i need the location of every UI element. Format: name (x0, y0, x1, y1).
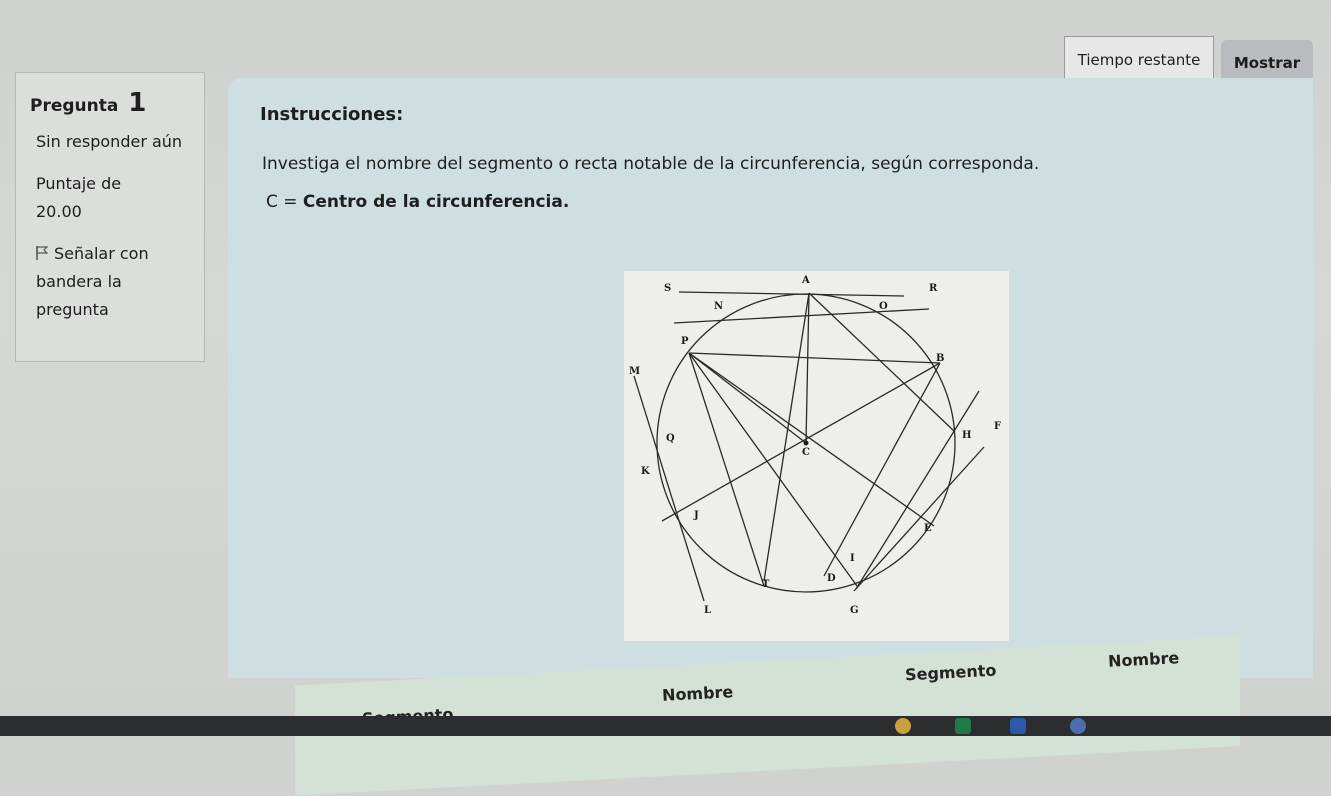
label-P: P (681, 336, 689, 347)
flag-question-link[interactable]: Señalar con bandera la pregunta (36, 240, 190, 324)
label-I: I (850, 553, 855, 564)
label-B: B (936, 353, 944, 364)
excel-icon[interactable] (955, 718, 971, 734)
label-N: N (714, 301, 723, 312)
label-R: R (929, 283, 938, 294)
label-S: S (664, 283, 671, 294)
time-remaining-text: Tiempo restante (1077, 51, 1201, 69)
label-E: E (924, 523, 932, 534)
center-prefix: C = (266, 192, 303, 212)
question-info-panel: Pregunta 1 Sin responder aún Puntaje de … (15, 72, 205, 362)
word-icon[interactable] (1010, 718, 1026, 734)
center-point (803, 440, 809, 446)
label-M: M (629, 366, 640, 377)
label-D: D (827, 573, 836, 584)
flag-icon (36, 246, 48, 260)
instructions-heading: Instrucciones: (260, 104, 404, 125)
column-header-nombre-1: Nombre (661, 682, 734, 705)
app-icon[interactable] (1070, 718, 1086, 734)
label-G: G (850, 605, 859, 616)
label-J: J (693, 510, 699, 521)
label-K: K (641, 466, 650, 477)
chrome-icon[interactable] (895, 718, 911, 734)
label-Q: Q (666, 433, 675, 444)
label-F: F (994, 421, 1001, 432)
taskbar (0, 716, 1331, 736)
score-value: 20.00 (36, 202, 82, 221)
center-definition: C = Centro de la circunferencia. (266, 192, 569, 212)
score-label: Puntaje de (36, 174, 122, 193)
question-number: 1 (128, 88, 147, 118)
question-score: Puntaje de 20.00 (36, 170, 190, 226)
label-O: O (879, 301, 888, 312)
column-header-nombre-2: Nombre (1107, 648, 1180, 671)
label-H: H (962, 430, 971, 441)
label-L: L (704, 605, 711, 616)
circle-figure: S A R N O P B M Q C H F K J E I T D L G (624, 271, 1009, 641)
instructions-text: Investiga el nombre del segmento o recta… (262, 154, 1040, 174)
label-A: A (801, 275, 810, 286)
circle-diagram: S A R N O P B M Q C H F K J E I T D L G (629, 275, 1001, 616)
question-title-label: Pregunta (30, 96, 119, 116)
time-remaining-label: Tiempo restante (1064, 36, 1214, 84)
center-definition-text: Centro de la circunferencia. (302, 192, 570, 212)
label-T: T (762, 579, 770, 590)
question-status: Sin responder aún (36, 132, 183, 151)
label-C: C (802, 447, 810, 458)
flag-question-label: Señalar con bandera la pregunta (36, 244, 149, 319)
question-title: Pregunta 1 (30, 89, 190, 120)
